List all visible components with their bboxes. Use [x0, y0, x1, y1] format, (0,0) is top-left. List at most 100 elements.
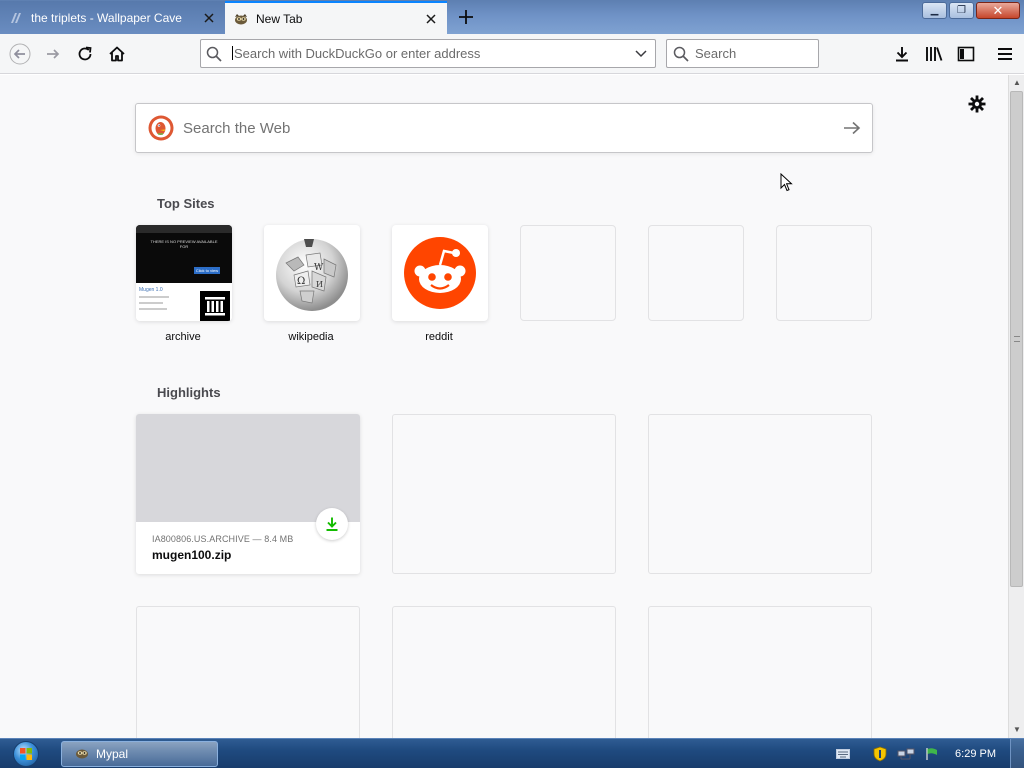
show-desktop-button[interactable]: [1010, 739, 1024, 768]
wikipedia-globe-icon: Ω W И: [276, 239, 348, 311]
top-site-label: wikipedia: [288, 331, 334, 343]
arrow-right-icon: [844, 121, 861, 135]
close-icon: ✕: [992, 2, 1004, 18]
archive-logo-icon: [200, 291, 230, 321]
duckduckgo-logo-icon: [148, 115, 174, 141]
mypal-app-icon: [74, 745, 90, 764]
search-icon: [201, 46, 227, 62]
restore-button[interactable]: ❐: [949, 2, 974, 19]
network-icon[interactable]: [896, 744, 916, 764]
flag-icon[interactable]: [922, 744, 942, 764]
menu-button[interactable]: [991, 40, 1019, 68]
highlight-empty-slot: [136, 606, 360, 738]
top-site-archive[interactable]: THERE IS NO PREVIEW AVAILABLE FOR Click …: [136, 225, 232, 321]
top-site-wikipedia[interactable]: Ω W И: [264, 225, 360, 321]
search-input[interactable]: Search: [695, 46, 736, 61]
forward-button[interactable]: [39, 40, 67, 68]
settings-button[interactable]: [966, 93, 988, 115]
search-icon: [667, 46, 695, 62]
title-bar: the triplets - Wallpaper Cave New Tab ▁ …: [0, 0, 1024, 34]
sidebar-icon: [957, 46, 975, 62]
mouse-cursor-icon: [780, 173, 793, 192]
start-button[interactable]: [6, 740, 46, 768]
top-site-empty-slot[interactable]: [776, 225, 872, 321]
home-icon: [109, 46, 125, 62]
taskbar-app-label: Mypal: [96, 747, 129, 761]
back-button[interactable]: [6, 40, 34, 68]
archive-thumb-text: THERE IS NO PREVIEW AVAILABLE FOR: [150, 239, 218, 249]
close-tab-icon[interactable]: [199, 8, 219, 28]
tab-title: the triplets - Wallpaper Cave: [31, 10, 182, 25]
highlight-empty-slot: [392, 414, 616, 574]
library-icon: [926, 47, 943, 61]
reddit-logo-icon: [404, 237, 476, 309]
tab-wallpaper-cave[interactable]: the triplets - Wallpaper Cave: [0, 1, 225, 34]
reload-button[interactable]: [71, 40, 99, 68]
mypal-favicon-icon: [233, 11, 249, 27]
address-input[interactable]: Search with DuckDuckGo or enter address: [227, 46, 627, 61]
library-button[interactable]: [920, 40, 948, 68]
reload-icon: [78, 46, 92, 61]
plus-icon: [459, 10, 473, 24]
highlight-empty-slot: [392, 606, 616, 738]
top-site-label: reddit: [425, 331, 453, 343]
top-site-empty-slot[interactable]: [520, 225, 616, 321]
download-badge: [316, 508, 348, 540]
web-search-input[interactable]: Search the Web: [183, 120, 832, 137]
search-bar[interactable]: Search: [666, 39, 819, 68]
svg-text:И: И: [316, 280, 323, 289]
close-window-button[interactable]: ✕: [976, 2, 1020, 19]
svg-text:W: W: [314, 263, 324, 273]
navigation-toolbar: Search with DuckDuckGo or enter address …: [0, 34, 1024, 74]
downloads-button[interactable]: [888, 40, 916, 68]
address-bar[interactable]: Search with DuckDuckGo or enter address: [200, 39, 656, 68]
highlight-empty-slot: [648, 606, 872, 738]
chevron-down-icon[interactable]: [627, 49, 655, 58]
top-sites-heading: Top Sites: [157, 196, 215, 211]
security-shield-icon[interactable]: [870, 744, 890, 764]
top-site-empty-slot[interactable]: [648, 225, 744, 321]
forward-arrow-icon: [47, 49, 60, 59]
highlight-title: mugen100.zip: [152, 548, 232, 562]
archive-thumbnail: THERE IS NO PREVIEW AVAILABLE FOR Click …: [136, 225, 232, 283]
scroll-up-arrow-icon[interactable]: ▲: [1011, 77, 1023, 89]
download-icon: [896, 47, 908, 62]
search-go-button[interactable]: [832, 121, 872, 135]
top-site-label: archive: [165, 331, 201, 343]
highlight-empty-slot: [648, 414, 872, 574]
minimize-icon: ▁: [930, 5, 939, 16]
scrollbar-thumb[interactable]: [1010, 91, 1023, 587]
highlights-heading: Highlights: [157, 385, 221, 400]
system-tray: 6:29 PM: [830, 739, 1024, 768]
page-scrollbar[interactable]: ▲ ▼: [1008, 75, 1024, 738]
keyboard-icon[interactable]: [833, 744, 853, 764]
window-controls: ▁ ❐ ✕: [922, 2, 1020, 19]
highlight-source: IA800806.US.ARCHIVE — 8.4 MB: [152, 534, 294, 544]
highlight-card-mugen[interactable]: IA800806.US.ARCHIVE — 8.4 MB mugen100.zi…: [136, 414, 360, 574]
back-arrow-icon: [9, 43, 31, 65]
wallpaper-cave-favicon-icon: [8, 10, 24, 26]
hamburger-menu-icon: [998, 48, 1012, 60]
svg-text:Ω: Ω: [297, 276, 305, 287]
web-search-box[interactable]: Search the Web: [135, 103, 873, 153]
system-clock[interactable]: 6:29 PM: [955, 748, 996, 760]
top-site-reddit[interactable]: [392, 225, 488, 321]
minimize-button[interactable]: ▁: [922, 2, 947, 19]
highlight-thumbnail: [136, 414, 360, 522]
restore-icon: ❐: [957, 5, 966, 16]
scroll-down-arrow-icon[interactable]: ▼: [1011, 724, 1023, 736]
new-tab-button[interactable]: [452, 4, 480, 30]
windows-logo-icon: [13, 741, 39, 767]
tab-new-tab[interactable]: New Tab: [225, 1, 447, 34]
sidebar-button[interactable]: [952, 40, 980, 68]
new-tab-page: Search the Web Top Sites THERE IS NO PRE…: [0, 75, 1008, 738]
archive-thumb-item: Mugen 1.0: [139, 287, 163, 293]
windows-taskbar: Mypal 6:29 PM: [0, 738, 1024, 768]
tab-title: New Tab: [256, 11, 303, 26]
home-button[interactable]: [103, 40, 131, 68]
archive-thumb-button: Click to view: [194, 267, 220, 274]
download-icon: [326, 517, 338, 531]
taskbar-app-mypal[interactable]: Mypal: [61, 741, 218, 767]
gear-icon: [968, 95, 986, 113]
close-tab-icon[interactable]: [421, 9, 441, 29]
